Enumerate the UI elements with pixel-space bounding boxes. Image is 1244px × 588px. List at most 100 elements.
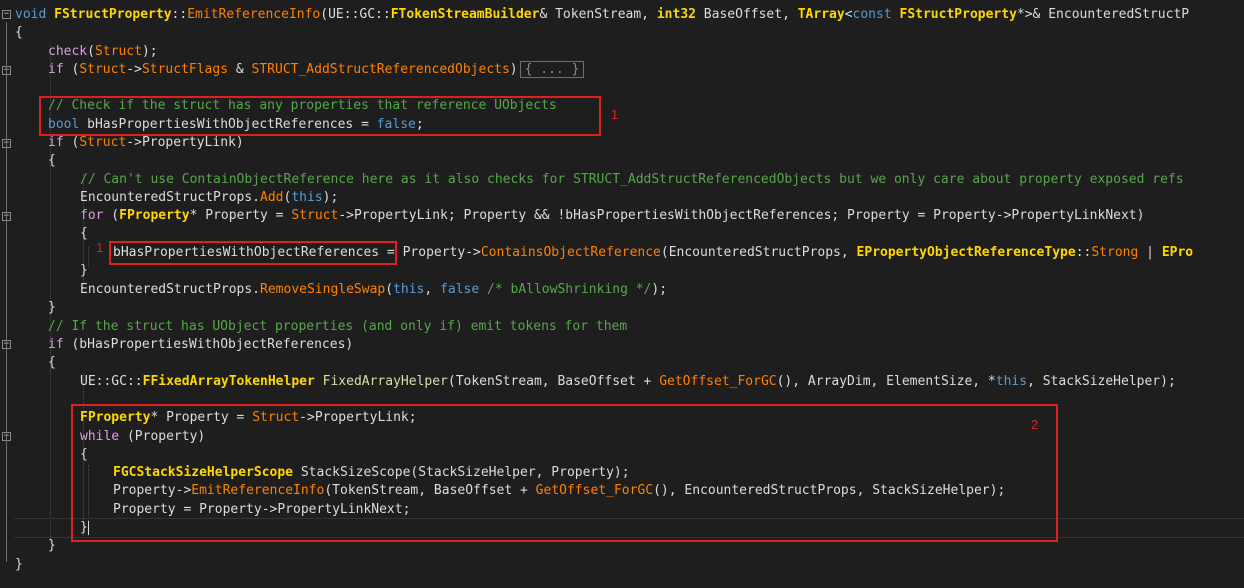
text: | bbox=[1138, 245, 1162, 260]
annotation-number-1b: 1 bbox=[96, 240, 104, 255]
function-call: check bbox=[48, 44, 88, 59]
text: (TokenStream, BaseOffset + bbox=[447, 374, 660, 389]
code-line-3[interactable]: check(Struct); bbox=[48, 43, 158, 61]
text: (bHasPropertiesWithObjectReferences) bbox=[63, 337, 354, 352]
annotation-box-1b bbox=[109, 241, 397, 265]
text: -> bbox=[126, 135, 142, 150]
text: ->PropertyLink; Property && !bHasPropert… bbox=[338, 208, 1145, 223]
code-line-15[interactable]: EncounteredStructProps.RemoveSingleSwap(… bbox=[80, 281, 667, 299]
keyword: if bbox=[48, 135, 64, 150]
code-line-10[interactable]: EncounteredStructProps.Add(this); bbox=[80, 189, 338, 207]
function-call: ContainsObjectReference bbox=[480, 245, 661, 260]
type-name: FTokenStreamBuilder bbox=[390, 7, 540, 22]
code-line-1[interactable]: void FStructProperty::EmitReferenceInfo(… bbox=[15, 6, 1189, 24]
code-line-18[interactable]: if (bHasPropertiesWithObjectReferences) bbox=[48, 336, 353, 354]
editor-gutter bbox=[0, 0, 14, 588]
annotation-number-2: 2 bbox=[1031, 417, 1039, 432]
code-line-29[interactable]: } bbox=[15, 556, 23, 574]
annotation-box-2 bbox=[71, 404, 1058, 542]
text: (), ArrayDim, ElementSize, * bbox=[776, 374, 996, 389]
comment: /* bAllowShrinking */ bbox=[479, 282, 652, 297]
text: ) bbox=[509, 62, 518, 77]
enum-member: Strong bbox=[1091, 245, 1139, 260]
text: < bbox=[844, 7, 853, 22]
text: (EncounteredStructProps, bbox=[660, 245, 857, 260]
code-line-28[interactable]: } bbox=[48, 537, 56, 555]
keyword: if bbox=[48, 62, 64, 77]
comment: // Can't use ContainObjectReference here… bbox=[80, 172, 1184, 187]
keyword: this bbox=[393, 282, 425, 297]
member: PropertyLink bbox=[141, 135, 236, 150]
member: Struct bbox=[291, 208, 339, 223]
fold-toggle-icon[interactable]: − bbox=[2, 10, 11, 19]
text: & bbox=[228, 62, 252, 77]
text: ( bbox=[63, 135, 80, 150]
keyword: const bbox=[852, 7, 892, 22]
code-line-19[interactable]: { bbox=[48, 354, 56, 372]
fold-line bbox=[6, 22, 7, 562]
keyword: for bbox=[80, 208, 104, 223]
function-name: EmitReferenceInfo bbox=[187, 7, 321, 22]
collapsed-region[interactable]: { ... } bbox=[519, 61, 585, 78]
code-line-11[interactable]: for (FProperty* Property = Struct->Prope… bbox=[80, 207, 1144, 225]
class-name: FStructProperty bbox=[54, 7, 172, 22]
enum-type: EPro bbox=[1161, 245, 1194, 260]
scope-sep: :: bbox=[171, 7, 188, 22]
function-call: Add bbox=[260, 190, 284, 205]
text: ) bbox=[235, 135, 244, 150]
text: , bbox=[424, 282, 441, 297]
text: -> bbox=[126, 62, 142, 77]
keyword: void bbox=[15, 7, 47, 22]
code-line-20[interactable]: UE::GC::FFixedArrayTokenHelper FixedArra… bbox=[80, 373, 1176, 391]
code-line-7[interactable]: if (Struct->PropertyLink) bbox=[48, 134, 244, 152]
variable: FixedArrayHelper bbox=[322, 374, 448, 389]
code-line-12[interactable]: { bbox=[80, 225, 88, 243]
function-call: GetOffset_ForGC bbox=[659, 374, 777, 389]
keyword: this bbox=[291, 190, 323, 205]
text: :: bbox=[1075, 245, 1092, 260]
annotation-box-1 bbox=[39, 96, 601, 136]
text: , StackSizeHelper); bbox=[1027, 374, 1176, 389]
member: StructFlags bbox=[141, 62, 229, 77]
member: Struct bbox=[79, 135, 127, 150]
type-name: FProperty bbox=[119, 208, 190, 223]
type-name: TArray bbox=[797, 7, 845, 22]
text: EncounteredStructProps. bbox=[80, 190, 261, 205]
text bbox=[315, 374, 323, 389]
code-line-8[interactable]: { bbox=[48, 152, 56, 170]
type-name: FStructProperty bbox=[891, 7, 1017, 22]
code-line-9[interactable]: // Can't use ContainObjectReference here… bbox=[80, 171, 1184, 189]
text: *>& EncounteredStructP bbox=[1016, 7, 1190, 22]
keyword: this bbox=[995, 374, 1028, 389]
text: BaseOffset, bbox=[695, 7, 798, 22]
comment: // If the struct has UObject properties … bbox=[48, 319, 628, 334]
text: * Property = bbox=[189, 208, 292, 223]
annotation-number-1: 1 bbox=[611, 107, 619, 122]
namespace: UE::GC:: bbox=[80, 374, 143, 389]
member: Struct bbox=[79, 62, 127, 77]
enum-type: EPropertyObjectReferenceType bbox=[856, 245, 1076, 260]
macro: STRUCT_AddStructReferencedObjects bbox=[251, 62, 510, 77]
literal: false bbox=[440, 282, 480, 297]
text: ); bbox=[141, 44, 158, 59]
keyword: if bbox=[48, 337, 64, 352]
text: ( bbox=[103, 208, 120, 223]
function-call: RemoveSingleSwap bbox=[260, 282, 386, 297]
code-line-2[interactable]: { bbox=[15, 24, 23, 42]
code-line-4[interactable]: if (Struct->StructFlags & STRUCT_AddStru… bbox=[48, 61, 585, 79]
text: ( bbox=[63, 62, 80, 77]
text: (UE::GC:: bbox=[320, 7, 391, 22]
text: EncounteredStructProps. bbox=[80, 282, 261, 297]
code-line-17[interactable]: // If the struct has UObject properties … bbox=[48, 318, 627, 336]
indent-guide bbox=[88, 247, 89, 267]
text: ); bbox=[651, 282, 668, 297]
text: ( bbox=[87, 44, 95, 59]
member: Struct bbox=[94, 44, 142, 59]
type-name: FFixedArrayTokenHelper bbox=[142, 374, 315, 389]
text: ( bbox=[385, 282, 394, 297]
code-line-14[interactable]: } bbox=[80, 262, 88, 280]
type-name: int32 bbox=[656, 7, 696, 22]
text: ); bbox=[322, 190, 339, 205]
text: & TokenStream, bbox=[539, 7, 657, 22]
code-line-16[interactable]: } bbox=[48, 299, 56, 317]
